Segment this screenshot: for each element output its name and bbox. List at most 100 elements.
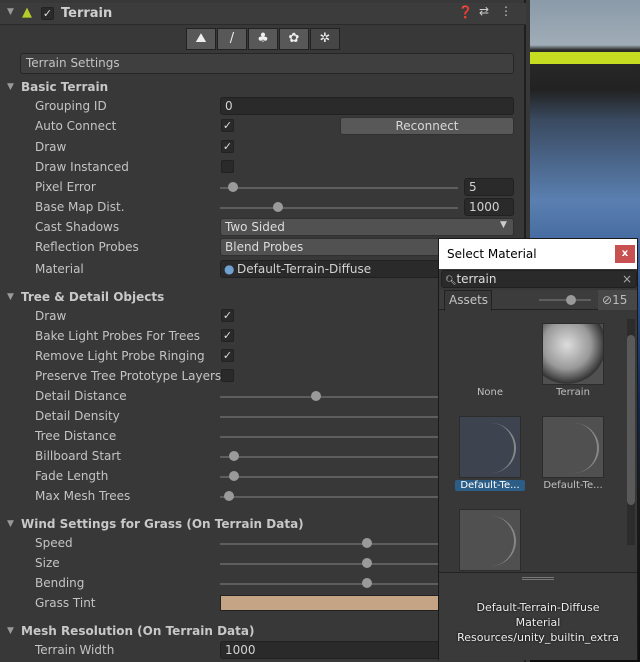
row-label: Grass Tint — [35, 596, 96, 610]
hidden-count: 15 — [612, 293, 628, 307]
row-label: Bake Light Probes For Trees — [35, 329, 200, 343]
material-name[interactable]: Terrain — [538, 387, 608, 398]
foldout-icon[interactable]: ▼ — [7, 626, 14, 636]
row-label: Detail Density — [35, 409, 120, 423]
scrollbar-thumb[interactable] — [627, 335, 635, 505]
icon-size-thumb[interactable] — [566, 295, 576, 305]
row-label: Grouping ID — [35, 99, 107, 113]
row-label: Material — [35, 262, 84, 276]
checkbox[interactable] — [221, 369, 234, 382]
paint-brush-icon[interactable]: / — [217, 28, 247, 50]
sphere-rim — [466, 516, 516, 566]
row-label: Base Map Dist. — [35, 200, 125, 214]
hidden-packages-icon[interactable]: ⊘ — [602, 293, 612, 307]
material-name: Default-Terrain-Diffuse — [237, 262, 372, 276]
material-thumbnail[interactable] — [542, 323, 604, 385]
slider-thumb[interactable] — [362, 538, 372, 548]
info-type: Material — [515, 616, 561, 629]
paint-details-icon[interactable]: ✿ — [279, 28, 309, 50]
scene-object — [530, 52, 640, 64]
material-name[interactable]: Default-Te... — [538, 480, 608, 491]
tab-assets[interactable]: Assets — [444, 290, 492, 311]
info-name: Default-Terrain-Diffuse — [476, 601, 600, 614]
resize-handle[interactable] — [522, 577, 554, 580]
checkbox[interactable]: ✓ — [221, 349, 234, 362]
slider-thumb[interactable] — [362, 558, 372, 568]
more-menu-icon[interactable]: ⋮ — [500, 4, 512, 18]
slider-thumb[interactable] — [227, 182, 238, 192]
section-mesh-resolution[interactable]: Mesh Resolution (On Terrain Data) — [21, 621, 254, 641]
material-thumbnail[interactable] — [459, 509, 521, 571]
row-label: Draw Instanced — [35, 160, 129, 174]
slider-thumb[interactable] — [272, 202, 283, 212]
material-icon: ● — [224, 262, 235, 276]
row-label: Reflection Probes — [35, 240, 139, 254]
material-thumbnail[interactable] — [542, 416, 604, 478]
dropdown[interactable]: Two Sided — [220, 218, 514, 236]
section-basic-terrain[interactable]: Basic Terrain — [21, 77, 108, 97]
checkbox[interactable]: ✓ — [221, 309, 234, 322]
row-label: Cast Shadows — [35, 220, 120, 234]
row-label: Max Mesh Trees — [35, 489, 131, 503]
row-label: Draw — [35, 140, 67, 154]
material-name[interactable]: Default-Te... — [455, 480, 525, 491]
row-label: Preserve Tree Prototype Layers — [35, 369, 222, 383]
foldout-icon[interactable]: ▼ — [7, 82, 14, 92]
component-title: Terrain — [61, 6, 113, 21]
foldout-icon[interactable]: ▼ — [7, 519, 14, 529]
search-input[interactable]: terrain — [456, 272, 496, 286]
row-label: Bending — [35, 576, 85, 590]
sphere-rim — [466, 423, 516, 473]
sphere-rim — [549, 423, 599, 473]
row-label: Auto Connect — [35, 119, 117, 133]
popup-title-text: Select Material — [447, 247, 537, 261]
row-label: Size — [35, 556, 60, 570]
search-icon: 🔍︎ — [445, 276, 457, 286]
slider-thumb[interactable] — [362, 578, 372, 588]
checkbox[interactable]: ✓ — [221, 140, 234, 153]
row-label: Draw — [35, 309, 67, 323]
slider-track[interactable] — [220, 187, 458, 189]
row-label: Billboard Start — [35, 449, 122, 463]
chevron-down-icon: ▼ — [500, 220, 507, 230]
raise-terrain-icon[interactable]: ⛰ — [186, 28, 216, 50]
info-path: Resources/unity_builtin_extra — [457, 631, 619, 644]
row-label: Terrain Width — [35, 643, 115, 657]
row-label: Detail Distance — [35, 389, 127, 403]
reconnect-button[interactable]: Reconnect — [340, 117, 514, 135]
foldout-icon[interactable]: ▼ — [7, 7, 14, 17]
settings-gear-icon[interactable]: ✲ — [310, 28, 340, 50]
section-wind-settings[interactable]: Wind Settings for Grass (On Terrain Data… — [21, 514, 304, 534]
section-tree-detail[interactable]: Tree & Detail Objects — [21, 287, 164, 307]
material-thumbnail[interactable] — [459, 416, 521, 478]
terrain-settings-label: Terrain Settings — [20, 53, 514, 74]
popup-title: Select Material — [439, 239, 637, 269]
checkbox[interactable] — [221, 160, 234, 173]
slider-track[interactable] — [220, 207, 458, 209]
value-field[interactable]: 0 — [220, 97, 514, 115]
close-button[interactable]: x — [615, 245, 635, 263]
slider-value-field[interactable]: 5 — [464, 178, 514, 196]
row-label: Pixel Error — [35, 180, 96, 194]
slider-thumb[interactable] — [311, 391, 322, 401]
slider-value-field[interactable]: 1000 — [464, 198, 514, 216]
clear-search-icon[interactable]: × — [622, 271, 632, 287]
slider-thumb[interactable] — [229, 471, 240, 481]
row-label: Remove Light Probe Ringing — [35, 349, 205, 363]
component-header[interactable]: ▼ ▲ ✓ Terrain ❓ ⇄ ⋮ — [0, 3, 526, 25]
row-label: Tree Distance — [35, 429, 117, 443]
row-label: Speed — [35, 536, 73, 550]
icon-size-slider[interactable] — [539, 299, 591, 301]
slider-thumb[interactable] — [229, 451, 240, 461]
scrollbar[interactable] — [627, 319, 635, 545]
paint-trees-icon[interactable]: ♣ — [248, 28, 278, 50]
checkbox[interactable]: ✓ — [221, 119, 234, 132]
select-material-popup: Select Material x 🔍︎terrain × Assets ⊘15… — [438, 238, 638, 660]
foldout-icon[interactable]: ▼ — [7, 292, 14, 302]
slider-thumb[interactable] — [223, 491, 234, 501]
enabled-checkbox[interactable]: ✓ — [41, 7, 54, 20]
material-name[interactable]: None — [455, 387, 525, 398]
presets-icon[interactable]: ⇄ — [479, 4, 489, 18]
checkbox[interactable]: ✓ — [221, 329, 234, 342]
help-icon[interactable]: ❓ — [458, 5, 473, 19]
